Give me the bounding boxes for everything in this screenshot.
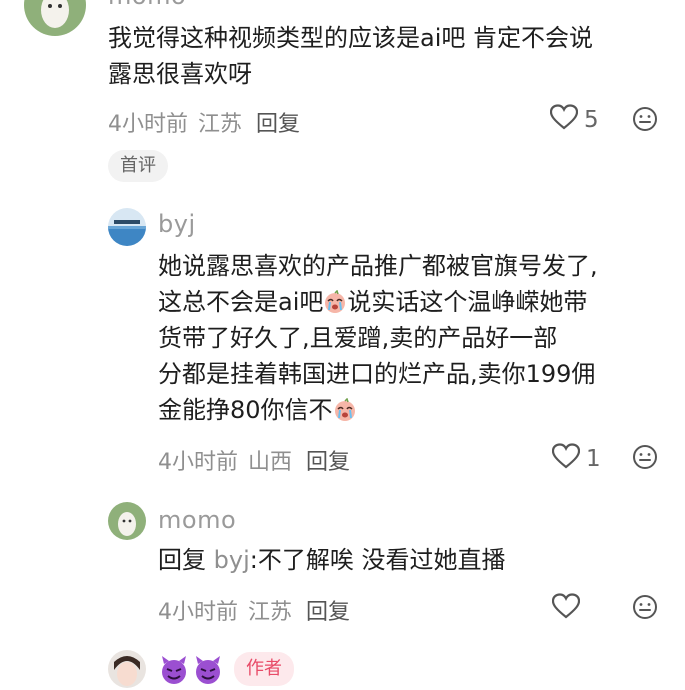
comment-meta: 4小时前 山西 回复 bbox=[158, 444, 350, 476]
reply-prefix: 回复 bbox=[158, 546, 206, 574]
comment-text-segment: 金能挣80你信不 bbox=[158, 396, 333, 424]
reply-body: :不了解唉 没看过她直播 bbox=[249, 546, 506, 574]
heart-outline-icon bbox=[551, 443, 581, 475]
location: 江苏 bbox=[248, 600, 293, 625]
comment-meta: 4小时前 江苏 回复 bbox=[108, 106, 300, 138]
smile-icon[interactable] bbox=[632, 594, 658, 624]
commenter-name[interactable]: byj bbox=[158, 210, 196, 238]
comment-text: 我觉得这种视频类型的应该是ai吧 肯定不会说 露思很喜欢呀 bbox=[108, 20, 593, 92]
like-button[interactable]: 1 bbox=[551, 443, 601, 475]
comment-text: 她说露思喜欢的产品推广都被官旗号发了, 这总不会是ai吧 说实话这个温峥嵘她带 货… bbox=[158, 248, 598, 428]
heart-outline-icon bbox=[549, 104, 579, 136]
avatar-author[interactable] bbox=[108, 650, 146, 688]
reply-button[interactable]: 回复 bbox=[306, 450, 350, 475]
like-count: 5 bbox=[584, 107, 599, 133]
comment-text-line: 露思很喜欢呀 bbox=[108, 60, 252, 88]
heart-outline-icon bbox=[551, 593, 581, 625]
location: 江苏 bbox=[198, 112, 243, 137]
avatar-momo[interactable] bbox=[108, 502, 146, 540]
commenter-name-partial[interactable]: momo bbox=[108, 0, 186, 10]
like-button[interactable]: 5 bbox=[549, 104, 599, 136]
comment-text-line: 金能挣80你信不 bbox=[158, 392, 598, 428]
location: 山西 bbox=[248, 450, 293, 475]
comment-text-segment: 说实话这个温峥嵘她带 bbox=[347, 288, 588, 316]
reply-button[interactable]: 回复 bbox=[256, 112, 300, 137]
comment-text-line: 她说露思喜欢的产品推广都被官旗号发了, bbox=[158, 252, 598, 280]
timestamp: 4小时前 bbox=[108, 112, 188, 137]
reply-target-name[interactable]: byj bbox=[214, 546, 250, 574]
crying-face-emoji bbox=[333, 396, 357, 421]
comment-text-segment: 这总不会是ai吧 bbox=[158, 288, 324, 316]
timestamp: 4小时前 bbox=[158, 600, 238, 625]
comment-text-line: 这总不会是ai吧 说实话这个温峥嵘她带 bbox=[158, 284, 598, 320]
avatar-momo-top[interactable] bbox=[24, 0, 86, 36]
reply-text: 回复 byj:不了解唉 没看过她直播 bbox=[158, 542, 505, 578]
crying-face-emoji bbox=[323, 288, 347, 313]
smile-icon[interactable] bbox=[632, 444, 658, 474]
comment-text-line: 我觉得这种视频类型的应该是ai吧 肯定不会说 bbox=[108, 24, 594, 52]
avatar-byj[interactable] bbox=[108, 208, 146, 246]
comment-text-line: 货带了好久了,且爱蹭,卖的产品好一部 bbox=[158, 324, 558, 352]
commenter-name[interactable]: momo bbox=[158, 506, 236, 534]
timestamp: 4小时前 bbox=[158, 450, 238, 475]
author-badge: 作者 bbox=[234, 652, 294, 686]
like-button[interactable] bbox=[551, 593, 581, 625]
comment-text-line: 分都是挂着韩国进口的烂产品,卖你199佣 bbox=[158, 360, 596, 388]
smile-icon[interactable] bbox=[632, 106, 658, 136]
reply-button[interactable]: 回复 bbox=[306, 600, 350, 625]
comment-meta: 4小时前 江苏 回复 bbox=[158, 594, 350, 626]
like-count: 1 bbox=[586, 446, 601, 472]
first-comment-badge: 首评 bbox=[108, 150, 168, 182]
